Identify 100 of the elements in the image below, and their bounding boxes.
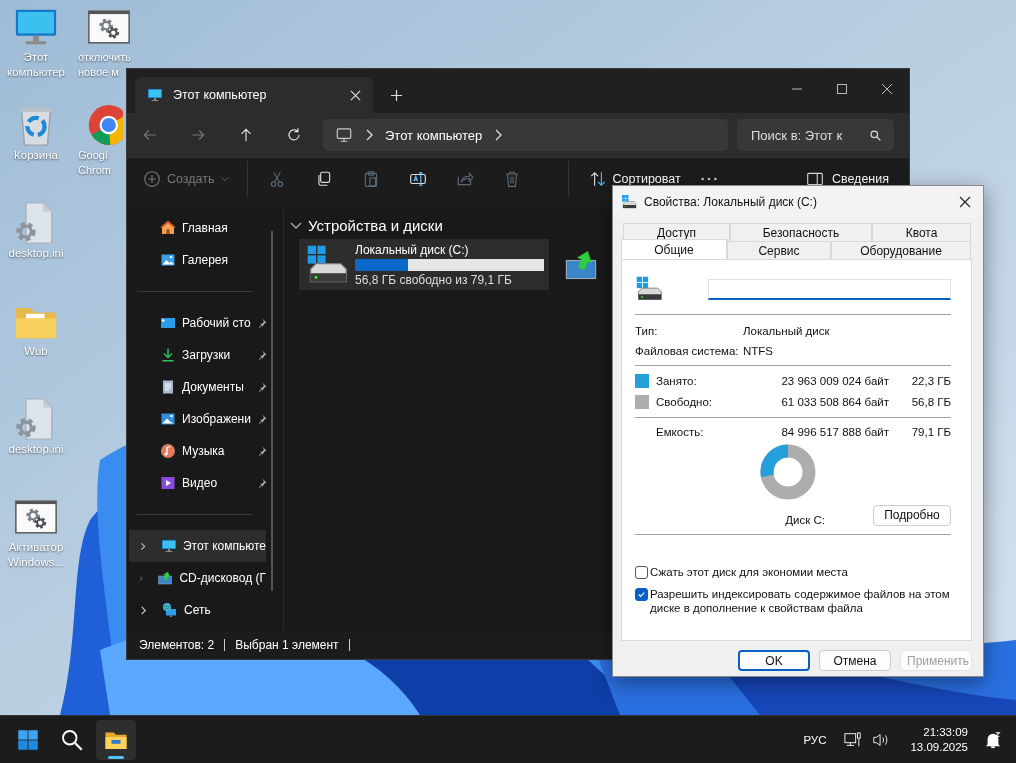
property-label: Тип: <box>635 325 659 337</box>
option-label: Разрешить индексировать содержимое файлов на этом диске в дополнение к свойствам файла <box>650 587 951 615</box>
desktop-icon-label: Googl Chrom <box>78 148 112 178</box>
capacity-label: Емкость: <box>656 426 705 438</box>
dialog-tab[interactable]: Оборудование <box>831 241 971 259</box>
rename-icon[interactable] <box>408 169 427 188</box>
property-value: NTFS <box>743 345 775 357</box>
address-bar[interactable]: Этот компьютер <box>323 119 728 151</box>
drive-free-space: 56,8 ГБ свободно из 79,1 ГБ <box>355 272 513 287</box>
status-text: Выбран 1 элемент <box>235 639 350 651</box>
search-icon <box>869 129 882 142</box>
pin-icon[interactable] <box>257 478 267 488</box>
dialog-button[interactable]: OK <box>738 650 810 671</box>
clock-time[interactable]: 21:33:09 <box>923 724 968 740</box>
chevron-right-icon[interactable] <box>139 605 148 615</box>
sidebar-item[interactable]: Музыка <box>127 435 267 467</box>
drive-icon <box>635 275 663 303</box>
pin-icon[interactable] <box>257 318 267 328</box>
tree-item[interactable]: Сеть <box>129 594 266 626</box>
computer-icon <box>147 87 163 103</box>
pin-icon[interactable] <box>257 350 267 360</box>
desktop-icon-label: Этот компьютер <box>6 50 66 80</box>
notification-bell-icon[interactable] <box>984 730 1002 749</box>
sidebar-item[interactable]: Документы <box>127 371 267 403</box>
pin-icon[interactable] <box>257 382 267 392</box>
sort-button[interactable]: Сортироват <box>588 169 681 188</box>
collapse-icon[interactable] <box>290 221 302 230</box>
computer-icon <box>160 538 177 554</box>
chrome-icon[interactable] <box>86 102 123 148</box>
network-icon[interactable] <box>844 730 863 749</box>
refresh-icon[interactable] <box>285 126 303 144</box>
dialog-title: Свойства: Локальный диск (C:) <box>644 195 818 209</box>
details-button[interactable]: Сведения <box>805 169 909 188</box>
pin-icon[interactable] <box>257 414 267 424</box>
capacity-bytes: 84 996 517 888 байт <box>781 426 889 438</box>
checkmark-icon <box>636 589 647 600</box>
usage-bytes: 23 963 009 024 байт <box>781 375 889 387</box>
checkbox[interactable] <box>635 566 648 579</box>
option-label: Сжать этот диск для экономии места <box>650 565 848 579</box>
close-icon[interactable] <box>881 83 893 95</box>
tree-item[interactable]: CD-дисковод (Г <box>129 562 266 594</box>
usage-size: 56,8 ГБ <box>910 396 951 408</box>
downloads-icon <box>160 347 176 363</box>
chevron-down-icon <box>220 175 229 182</box>
language-indicator[interactable]: РУС <box>803 733 827 746</box>
sidebar-item[interactable]: Галерея <box>127 244 267 276</box>
desktop-icon-label: desktop.ini <box>7 442 65 457</box>
desktop-icon-label: отключить новое м <box>78 50 132 80</box>
search-icon <box>60 727 84 752</box>
property-value: Локальный диск <box>743 325 831 337</box>
usage-label: Занято: <box>656 375 698 387</box>
clock-date[interactable]: 13.09.2025 <box>910 739 968 755</box>
address-path[interactable]: Этот компьютер <box>385 127 483 143</box>
create-button[interactable]: Создать <box>143 169 229 188</box>
search-field[interactable]: Поиск в: Этот к <box>737 119 894 151</box>
more-icon[interactable] <box>700 176 717 181</box>
usage-size: 22,3 ГБ <box>910 375 951 387</box>
desktop-icon-label: Активатор Windows... <box>6 540 66 570</box>
drive-name: Локальный диск (C:) <box>355 242 470 257</box>
drive-name-field[interactable] <box>708 278 951 300</box>
desktop-icon-label: Wub <box>23 344 49 359</box>
start-icon <box>16 727 40 752</box>
sidebar-item[interactable]: Изображени <box>127 403 267 435</box>
sidebar-item[interactable]: Главная <box>127 212 267 244</box>
drive-tile[interactable]: Локальный диск (C:) 56,8 ГБ свободно из 79,1 ГБ <box>299 239 549 290</box>
dialog-tab[interactable]: Безопасность <box>730 223 872 241</box>
dialog-button[interactable]: Отмена <box>819 650 891 671</box>
usage-bytes: 61 033 508 864 байт <box>781 396 889 408</box>
usage-donut <box>758 442 818 502</box>
checkbox[interactable] <box>635 588 648 601</box>
dialog-tab[interactable]: Сервис <box>727 241 831 259</box>
sidebar-item[interactable]: Видео <box>127 467 267 499</box>
section-title: Устройства и диски <box>308 217 443 234</box>
pictures-icon <box>160 411 176 427</box>
home-icon <box>160 220 176 236</box>
chevron-icon <box>494 129 503 141</box>
sidebar-item[interactable]: Загрузки <box>127 339 267 371</box>
chevron-right-icon[interactable] <box>139 541 147 551</box>
new-tab-icon[interactable] <box>391 90 402 101</box>
network-icon <box>162 602 178 618</box>
window-tab[interactable]: Этот компьютер <box>135 77 373 113</box>
dialog-tab[interactable]: Общие <box>621 239 727 259</box>
gallery-icon <box>160 252 176 268</box>
tree-item[interactable]: Этот компьюте <box>129 530 266 562</box>
explorer-taskbar-button[interactable] <box>96 719 136 760</box>
property-label: Файловая система: <box>635 345 740 357</box>
maximize-icon[interactable] <box>836 83 848 95</box>
dialog-tab[interactable]: Квота <box>872 223 971 241</box>
desktop-icon <box>160 315 176 331</box>
close-icon[interactable] <box>959 196 971 208</box>
monitor-icon <box>335 126 353 144</box>
plus-icon <box>143 169 161 188</box>
disk-label: Диск C: <box>785 514 825 526</box>
details-button[interactable]: Подробно <box>873 504 951 526</box>
desktop-icon-label: desktop.ini <box>7 246 65 261</box>
video-icon <box>160 475 176 491</box>
sidebar-item[interactable]: Рабочий сто <box>127 307 267 339</box>
chevron-icon <box>365 129 373 141</box>
usage-label: Свободно: <box>656 396 714 408</box>
pin-icon[interactable] <box>257 446 267 456</box>
